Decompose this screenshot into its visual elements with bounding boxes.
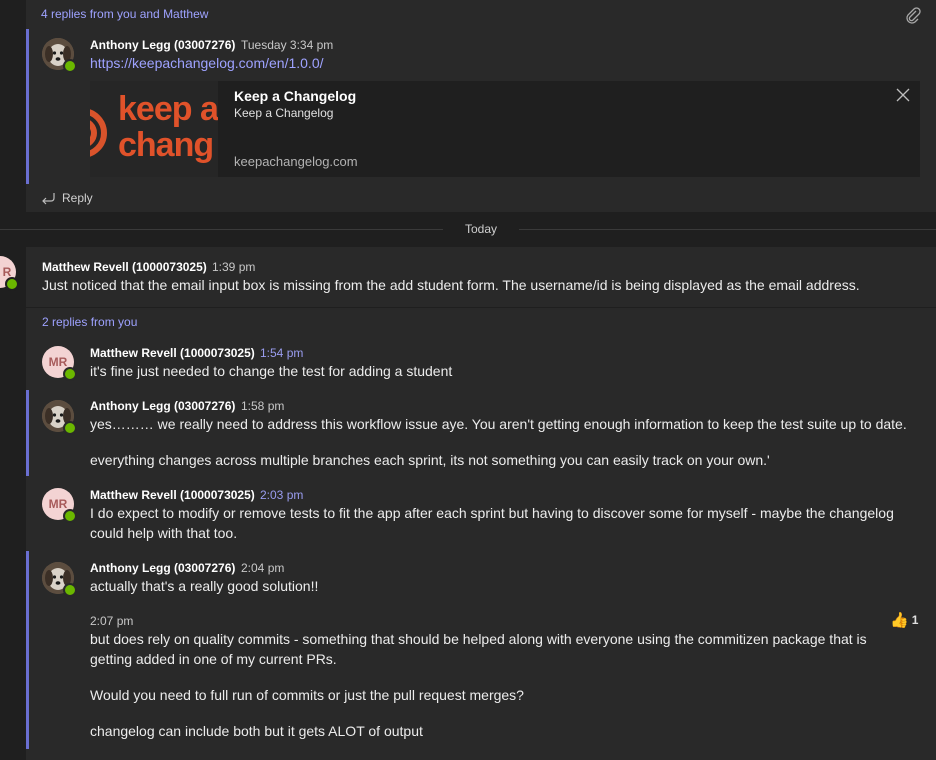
avatar-initials: MR: [48, 355, 68, 369]
link-preview-domain: keepachangelog.com: [234, 154, 358, 169]
link-preview-title[interactable]: Keep a Changelog: [234, 88, 356, 104]
message-author[interactable]: Anthony Legg (03007276): [90, 561, 235, 575]
avatar-initials: MR: [48, 497, 68, 511]
avatar[interactable]: MR: [42, 488, 77, 523]
message-timestamp: 2:03 pm: [260, 488, 304, 502]
link-preview-image: keep a chang: [90, 81, 218, 177]
root-divider: [26, 307, 936, 308]
logo-text-line-1: keep a: [118, 90, 218, 128]
close-icon[interactable]: [896, 88, 910, 102]
reply-label: Reply: [62, 191, 93, 205]
date-divider-label: Today: [465, 222, 498, 236]
message-timestamp: 2:04 pm: [241, 561, 285, 575]
message-timestamp: 1:39 pm: [212, 260, 256, 274]
presence-available-icon: [63, 59, 77, 73]
message-body: yes……… we really need to address this wo…: [90, 416, 907, 432]
own-message-accent-bar: [26, 29, 29, 184]
message-author[interactable]: Anthony Legg (03007276): [90, 38, 235, 52]
reaction-like[interactable]: 👍 1: [890, 611, 918, 629]
avatar[interactable]: R: [0, 256, 19, 291]
avatar[interactable]: MR: [42, 346, 77, 381]
own-message-accent-bar: [26, 390, 29, 476]
attachment-icon[interactable]: [904, 6, 922, 24]
own-message-accent-bar: [26, 551, 29, 749]
presence-available-icon: [63, 509, 77, 523]
date-divider-line-right: [519, 229, 936, 230]
reply-arrow-icon: [42, 193, 55, 205]
presence-available-icon: [63, 421, 77, 435]
message-body: actually that's a really good solution!!: [90, 578, 319, 594]
followup-timestamp: 2:07 pm: [90, 614, 134, 628]
message-author[interactable]: Matthew Revell (1000073025): [42, 260, 207, 274]
message-author[interactable]: Matthew Revell (1000073025): [90, 488, 255, 502]
reply-button[interactable]: Reply: [40, 189, 93, 207]
logo-arc-icon: [90, 109, 107, 157]
avatar[interactable]: [42, 562, 77, 597]
message-timestamp: 1:54 pm: [260, 346, 304, 360]
message-author[interactable]: Matthew Revell (1000073025): [90, 346, 255, 360]
message-body: everything changes across multiple branc…: [90, 452, 770, 468]
logo-text-line-2: chang: [118, 126, 214, 164]
message-timestamp: 1:58 pm: [241, 399, 285, 413]
replies-summary-link[interactable]: 2 replies from you: [42, 315, 137, 329]
message-body: changelog can include both but it gets A…: [90, 723, 423, 739]
presence-available-icon: [63, 583, 77, 597]
thumbs-up-icon: 👍: [890, 612, 909, 629]
message-timestamp: Tuesday 3:34 pm: [241, 38, 334, 52]
message-body: but does rely on quality commits - somet…: [90, 631, 867, 667]
replies-summary-link[interactable]: 4 replies from you and Matthew: [41, 7, 208, 21]
date-divider-line-left: [0, 229, 443, 230]
avatar[interactable]: [42, 38, 77, 73]
reaction-count: 1: [911, 613, 919, 627]
link-preview-subtitle: Keep a Changelog: [234, 106, 334, 120]
message-body: it's fine just needed to change the test…: [90, 363, 453, 379]
presence-available-icon: [5, 277, 19, 291]
message-link[interactable]: https://keepachangelog.com/en/1.0.0/: [90, 53, 324, 73]
message-body: Would you need to full run of commits or…: [90, 687, 524, 703]
avatar[interactable]: [42, 400, 77, 435]
message-body: I do expect to modify or remove tests to…: [90, 505, 894, 541]
presence-available-icon: [63, 367, 77, 381]
message-body: Just noticed that the email input box is…: [42, 277, 860, 293]
link-preview-card[interactable]: keep a chang Keep a Changelog Keep a Cha…: [90, 81, 920, 177]
message-author[interactable]: Anthony Legg (03007276): [90, 399, 235, 413]
